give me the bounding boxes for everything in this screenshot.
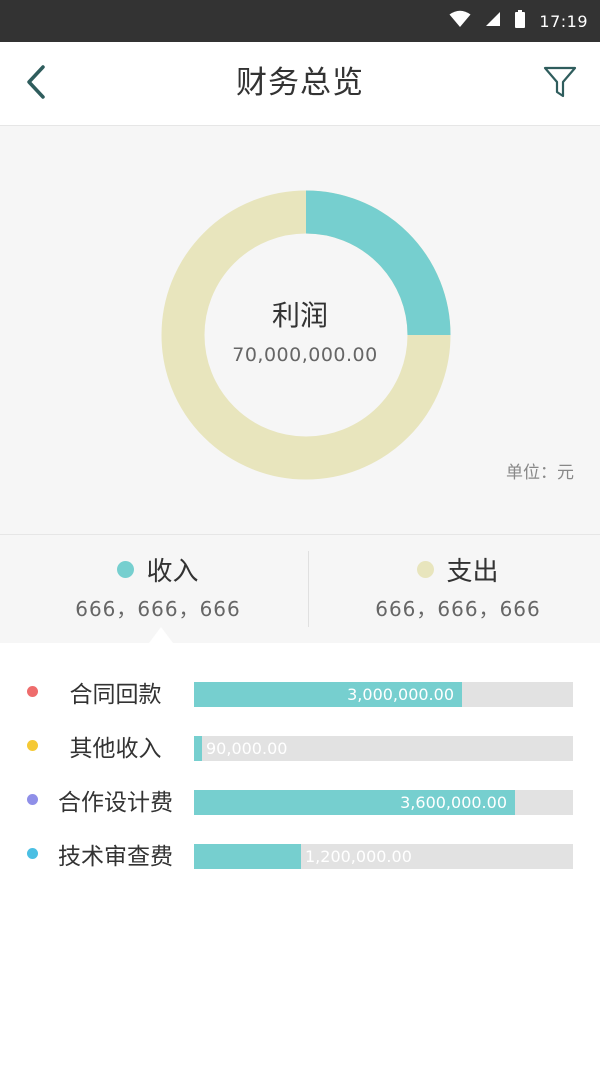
- wifi-icon: [449, 10, 471, 32]
- profit-chart-area: 利润 70,000,000.00 单位：元: [0, 126, 600, 534]
- profit-donut-chart: [161, 190, 451, 480]
- income-dot: [117, 560, 135, 578]
- breakdown-row: 合作设计费 3,600,000.00: [0, 776, 600, 830]
- category-bullet: [27, 740, 38, 751]
- category-bar-track: 3,000,000.00: [194, 682, 573, 707]
- breakdown-row: 技术审查费 1,200,000.00: [0, 830, 600, 884]
- unit-label: 单位：元: [506, 463, 574, 483]
- category-bullet: [27, 686, 38, 697]
- category-value: 3,600,000.00: [400, 793, 507, 812]
- category-name: 其他收入: [69, 736, 162, 762]
- income-label: 收入: [146, 556, 199, 587]
- category-bar-fill: [194, 736, 202, 761]
- income-amount: 666，666，666: [75, 597, 241, 621]
- status-bar: 17:19: [0, 0, 600, 42]
- category-bar-fill: [194, 844, 301, 869]
- page-title: 财务总览: [236, 65, 364, 101]
- tab-pointer: [149, 627, 173, 643]
- category-value: 1,200,000.00: [305, 847, 412, 866]
- category-name: 合作设计费: [58, 790, 173, 816]
- category-bar-track: 1,200,000.00: [194, 844, 573, 869]
- expense-summary[interactable]: 支出 666，666，666: [308, 535, 600, 643]
- breakdown-row: 其他收入 90,000.00: [0, 722, 600, 776]
- category-name: 合同回款: [69, 682, 162, 708]
- category-bullet: [27, 848, 38, 859]
- filter-icon: [543, 65, 577, 103]
- category-bar-track: 90,000.00: [194, 736, 573, 761]
- expense-dot: [417, 560, 435, 578]
- expense-label: 支出: [446, 556, 499, 587]
- profit-label: 利润: [271, 299, 328, 332]
- summary-panel: 收入 666，666，666 支出 666，666，666: [0, 534, 600, 643]
- signal-icon: [485, 11, 501, 31]
- nav-bar: 财务总览: [0, 42, 600, 126]
- battery-icon: [515, 10, 526, 32]
- filter-button[interactable]: [538, 62, 582, 106]
- profit-value: 70,000,000.00: [232, 344, 378, 366]
- category-name: 技术审查费: [58, 844, 173, 870]
- category-bar-track: 3,600,000.00: [194, 790, 573, 815]
- expense-amount: 666，666，666: [375, 597, 541, 621]
- category-value: 90,000.00: [206, 739, 288, 758]
- category-bullet: [27, 794, 38, 805]
- breakdown-row: 合同回款 3,000,000.00: [0, 668, 600, 722]
- category-value: 3,000,000.00: [347, 685, 454, 704]
- status-icons: 17:19: [449, 0, 588, 42]
- status-time: 17:19: [539, 11, 588, 31]
